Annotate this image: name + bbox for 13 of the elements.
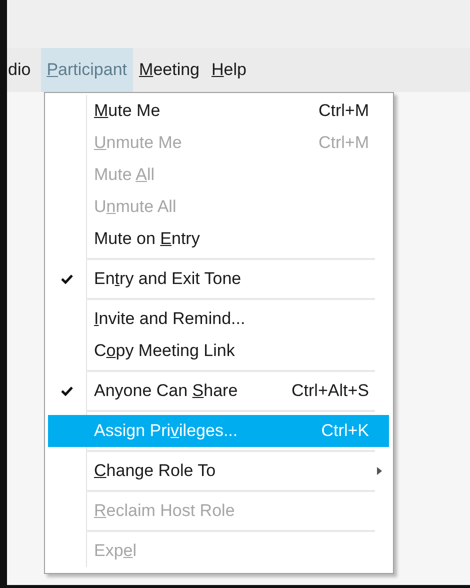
submenu-arrow-icon [376,467,382,475]
menu-item[interactable]: Mute Me Ctrl+M [48,95,389,127]
menu-item[interactable]: Invite and Remind... [48,303,389,335]
menu-item[interactable]: Mute on Entry [48,223,389,255]
menu-item[interactable]: Anyone Can Share Ctrl+Alt+S [48,375,389,407]
checkmark-icon [61,274,73,284]
menu-item[interactable]: Copy Meeting Link [48,335,389,367]
menu-item[interactable]: Entry and Exit Tone [48,263,389,295]
checkmark-icon [61,386,73,396]
menu-bar-item[interactable]: Help [206,48,252,92]
menu-item[interactable]: Change Role To [48,455,389,487]
menu-bar-item[interactable]: dio [7,48,37,92]
menu-bar-item[interactable]: Meeting [133,48,206,92]
